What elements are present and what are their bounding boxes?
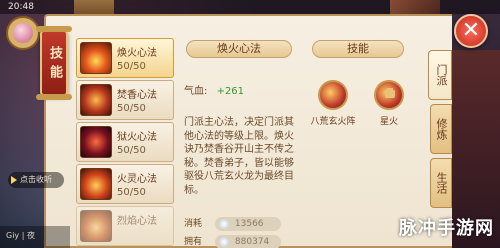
detail-title: 焕火心法 <box>186 40 292 58</box>
skill-description: 门派主心法，决定门派其他心法的等级上限。焕火诀乃焚香谷开山主不传之秘。焚香弟子，… <box>184 117 294 196</box>
skill-item[interactable]: 狱火心法 50/50 <box>76 122 174 162</box>
close-button[interactable]: ✕ <box>454 14 488 48</box>
blaze-skill-icon <box>80 210 112 242</box>
technique-item[interactable]: 八荒玄火阵 <box>308 80 358 127</box>
flame-swirl-icon <box>318 80 348 110</box>
player-avatar[interactable] <box>6 16 40 50</box>
skill-name: 焕火心法 <box>117 48 157 59</box>
status-time: 20:48 <box>8 2 34 12</box>
skill-name: 火灵心法 <box>117 174 157 185</box>
tab-cultivate[interactable]: 修炼 <box>430 104 452 154</box>
skill-name: 烈焰心法 <box>117 216 157 227</box>
stat-label: 气血: <box>184 86 208 97</box>
incense-skill-icon <box>80 84 112 116</box>
skill-level: 50/50 <box>117 187 146 198</box>
skill-item[interactable]: 焚香心法 50/50 <box>76 80 174 120</box>
techniques-title: 技能 <box>312 40 404 58</box>
technique-label: 星火 <box>379 117 398 127</box>
owned-label: 拥有 <box>184 237 203 247</box>
lock-icon <box>374 80 404 110</box>
fire-spirit-skill-icon <box>80 168 112 200</box>
tab-sect[interactable]: 门派 <box>428 50 452 100</box>
skill-name: 狱火心法 <box>117 132 157 143</box>
tab-life[interactable]: 生活 <box>430 158 452 208</box>
voice-chat-button[interactable]: 点击收听 <box>8 172 64 188</box>
skill-list: 焕火心法 50/50 焚香心法 50/50 狱火心法 50/50 火灵心法 50… <box>76 38 176 248</box>
flame-skill-icon <box>80 42 112 74</box>
skill-item[interactable]: 火灵心法 50/50 <box>76 164 174 204</box>
technique-label: 八荒玄火阵 <box>310 117 356 127</box>
cost-row: 消耗 13566 <box>184 216 281 231</box>
cost-value: 13566 <box>214 217 281 231</box>
techniques-section: 技能 八荒玄火阵 星火 <box>302 38 416 198</box>
skill-level: 50/50 <box>117 103 146 114</box>
technique-item[interactable]: 星火 <box>364 80 414 127</box>
hellfire-skill-icon <box>80 126 112 158</box>
skill-level: 50/50 <box>117 145 146 156</box>
close-icon: ✕ <box>461 18 481 43</box>
skill-level: 50/50 <box>117 61 146 72</box>
bottom-hud: Giy | 夜 <box>0 226 70 248</box>
skill-detail: 焕火心法 气血: +261 门派主心法，决定门派其他心法的等级上限。焕火诀乃焚香… <box>180 38 298 248</box>
skill-item[interactable]: 焕火心法 50/50 <box>76 38 174 78</box>
tab-skills-banner[interactable]: 技能 <box>36 26 72 100</box>
owned-row: 拥有 880374 <box>184 234 281 248</box>
stat-value: +261 <box>216 86 245 97</box>
watermark: 脉冲手游网 <box>399 218 494 239</box>
skill-item[interactable]: 烈焰心法 <box>76 206 174 246</box>
owned-value: 880374 <box>214 235 281 248</box>
cost-label: 消耗 <box>184 219 203 229</box>
skill-name: 焚香心法 <box>117 90 157 101</box>
stat-row: 气血: +261 <box>184 82 244 97</box>
